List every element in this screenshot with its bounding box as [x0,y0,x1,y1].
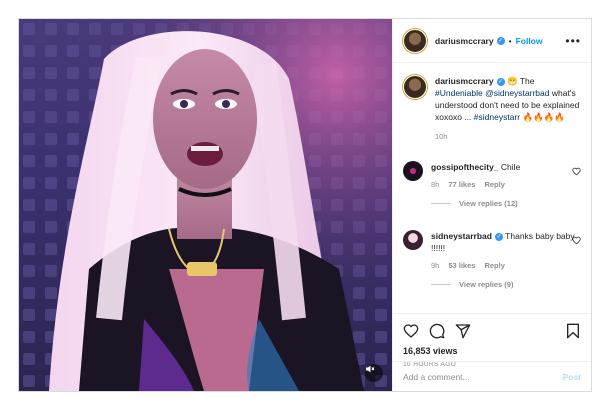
verified-icon: ✓ [496,36,505,45]
view-count[interactable]: 16,853 views [403,346,581,356]
comment-meta: 8h 77 likes Reply [431,179,581,191]
hashtag-link[interactable]: #sidneystarr [474,112,520,122]
comment-item: sidneystarrbad ✓ Thanks baby baby !!!!!! … [403,230,581,272]
share-icon [455,324,471,339]
caption-fire-emoji: 🔥🔥🔥🔥 [522,112,565,122]
comment-body: gossipofthecity_ Chile 8h 77 likes Reply [431,161,581,191]
comment-input[interactable] [403,371,563,382]
comment-time[interactable]: 8h [431,179,439,191]
comment-button[interactable] [429,323,445,339]
replies-divider [431,284,451,285]
comment-time[interactable]: 9h [431,260,439,272]
video-frame-illustration [19,19,392,391]
caption-meta: 10h [435,131,581,143]
replies-divider [431,203,451,204]
follow-button[interactable]: Follow [516,36,543,46]
post-actions-area: 16,853 views 10 HOURS AGO [393,313,591,368]
author-avatar[interactable] [403,28,427,53]
mute-toggle-button[interactable] [365,364,383,382]
more-options-icon[interactable]: ••• [565,34,581,48]
caption-username[interactable]: dariusmccrary [435,76,494,86]
comment-likes[interactable]: 77 likes [448,179,475,191]
commenter-avatar[interactable] [403,161,423,181]
separator-dot: • [508,35,512,46]
author-username[interactable]: dariusmccrary [435,36,494,46]
mute-icon [366,365,375,373]
post-video[interactable] [19,19,392,391]
add-comment-bar: Post [393,361,591,391]
caption-avatar[interactable] [403,75,427,99]
comment-username[interactable]: sidneystarrbad [431,231,492,241]
caption-prefix: The [519,76,535,86]
comment-icon [429,323,445,339]
comment-username[interactable]: gossipofthecity_ [431,162,499,172]
share-button[interactable] [455,323,471,339]
commenter-avatar[interactable] [403,230,423,250]
post-header: dariusmccrary ✓ • Follow ••• [393,19,591,63]
save-button[interactable] [565,323,581,339]
reply-button[interactable]: Reply [484,179,504,191]
comment-item: gossipofthecity_ Chile 8h 77 likes Reply [403,161,581,191]
hashtag-link[interactable]: #Undeniable [435,88,483,98]
bookmark-icon [567,323,579,339]
caption-emoji: 😁 [506,76,518,86]
like-button[interactable] [403,323,419,339]
view-replies-button[interactable]: View replies (12) [431,199,581,208]
comment-meta: 9h 53 likes Reply [431,260,581,272]
view-replies-label: View replies (9) [459,280,514,289]
instagram-post: dariusmccrary ✓ • Follow ••• dariusmccra… [18,18,592,392]
view-replies-button[interactable]: View replies (9) [431,280,581,289]
caption-time[interactable]: 10h [435,131,448,143]
post-side-panel: dariusmccrary ✓ • Follow ••• dariusmccra… [392,19,591,391]
verified-icon: ✓ [496,77,505,86]
verified-icon: ✓ [494,232,503,241]
comment-likes[interactable]: 53 likes [448,260,475,272]
comment-like-heart-icon[interactable] [572,167,581,176]
view-replies-label: View replies (12) [459,199,518,208]
mention-link[interactable]: @sidneystarrbad [485,88,549,98]
heart-icon [403,324,419,338]
post-caption: dariusmccrary ✓ 😁 The #Undeniable @sidney… [403,75,581,143]
caption-body: dariusmccrary ✓ 😁 The #Undeniable @sidney… [435,75,581,143]
comment-text: Chile [500,162,521,172]
comments-list[interactable]: dariusmccrary ✓ 😁 The #Undeniable @sidney… [393,63,591,313]
action-bar [403,314,581,348]
post-comment-button[interactable]: Post [563,372,581,382]
reply-button[interactable]: Reply [484,260,504,272]
comment-body: sidneystarrbad ✓ Thanks baby baby !!!!!! … [431,230,581,272]
comment-like-heart-icon[interactable] [572,236,581,245]
